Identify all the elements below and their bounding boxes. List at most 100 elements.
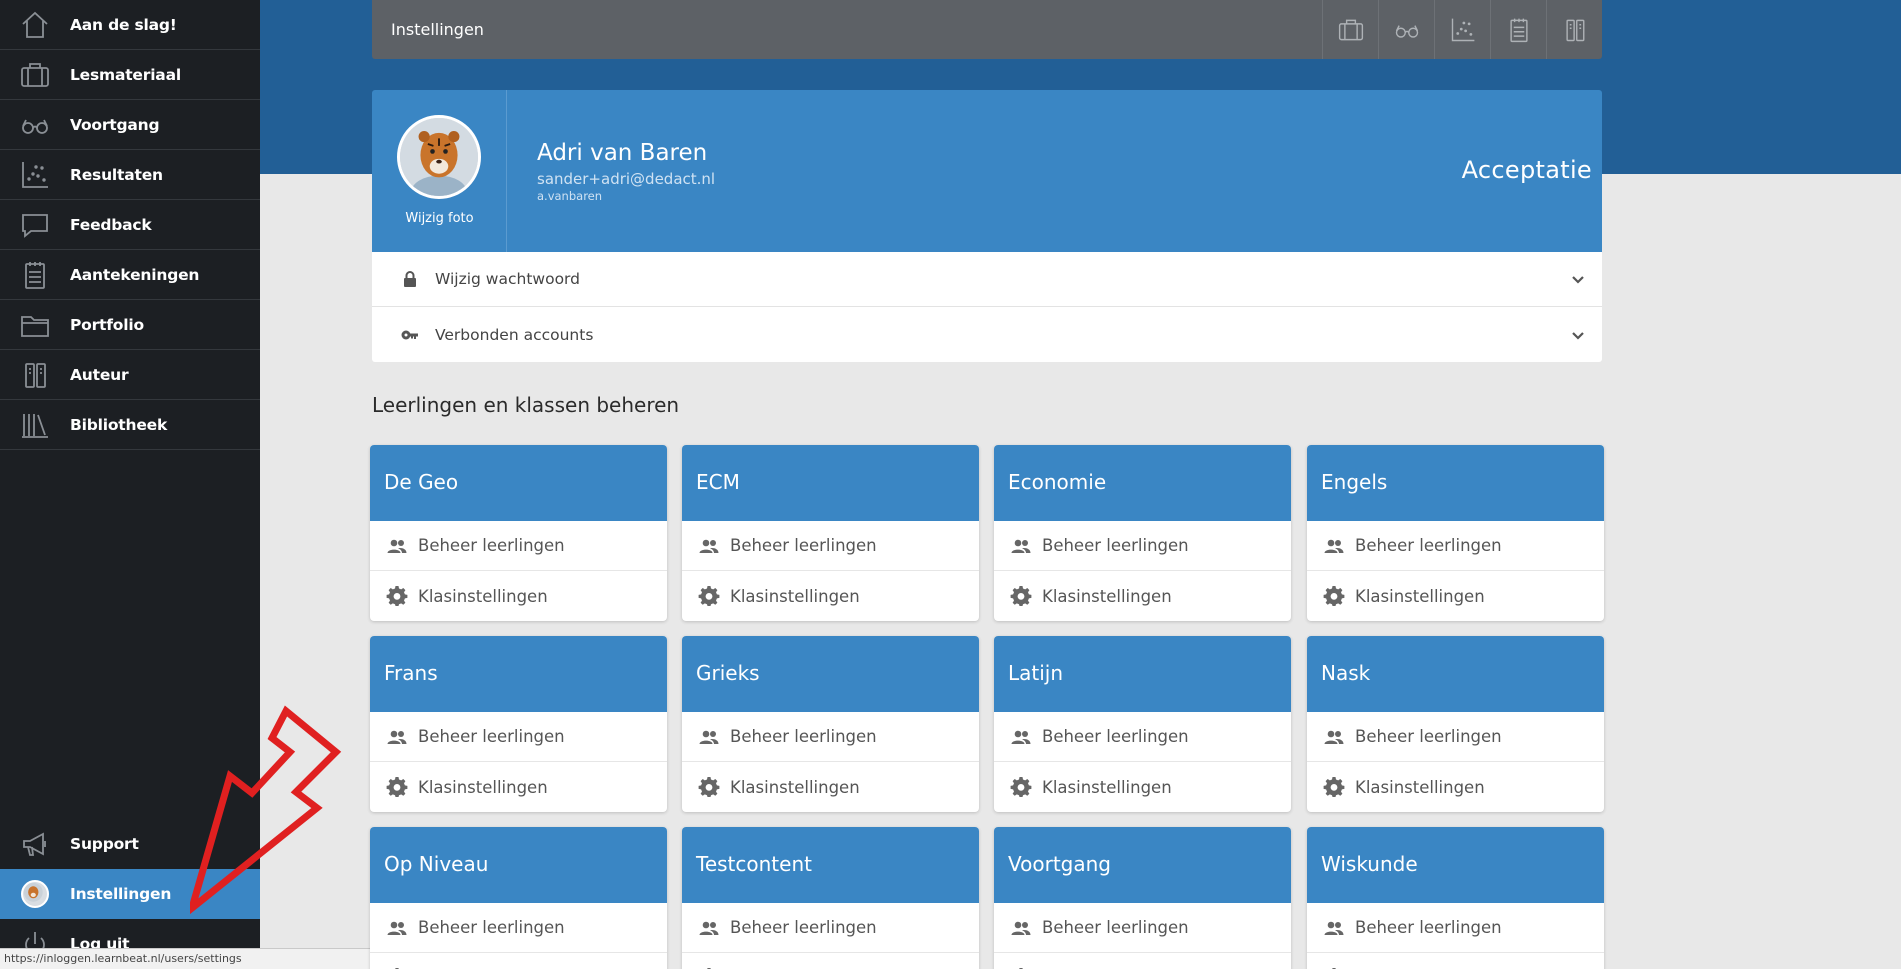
class-settings-label: Klasinstellingen xyxy=(418,777,548,797)
class-card: Economie Beheer leerlingen Klasinstellinge… xyxy=(994,445,1291,621)
change-password-label: Wijzig wachtwoord xyxy=(435,270,580,288)
sidebar-item-portfolio[interactable]: Portfolio xyxy=(0,300,260,350)
manage-students-label: Beheer leerlingen xyxy=(730,727,877,746)
sidebar-item-label: Instellingen xyxy=(70,885,172,903)
briefcase-icon xyxy=(18,58,52,92)
class-name[interactable]: Economie xyxy=(994,445,1291,521)
sidebar-item-support[interactable]: Support xyxy=(0,819,260,869)
class-card: Grieks Beheer leerlingen Klasinstellingen xyxy=(682,636,979,812)
class-settings-button[interactable]: Klasinstellingen xyxy=(994,762,1291,812)
sidebar-item-aantekeningen[interactable]: Aantekeningen xyxy=(0,250,260,300)
class-name[interactable]: Op Niveau xyxy=(370,827,667,903)
people-icon xyxy=(386,726,408,748)
glasses-icon[interactable] xyxy=(1378,0,1434,59)
class-name[interactable]: Wiskunde xyxy=(1307,827,1604,903)
change-password-row[interactable]: Wijzig wachtwoord xyxy=(372,252,1602,307)
manage-students-button[interactable]: Beheer leerlingen xyxy=(370,521,667,571)
manage-students-label: Beheer leerlingen xyxy=(1355,727,1502,746)
class-card: Latijn Beheer leerlingen Klasinstellingen xyxy=(994,636,1291,812)
class-settings-button[interactable]: Klasinstellingen xyxy=(1307,571,1604,621)
connected-accounts-row[interactable]: Verbonden accounts xyxy=(372,307,1602,362)
sidebar-item-label: Bibliotheek xyxy=(70,415,168,434)
manage-students-label: Beheer leerlingen xyxy=(418,536,565,555)
sidebar-item-bibliotheek[interactable]: Bibliotheek xyxy=(0,400,260,450)
class-settings-button[interactable]: Klasinstellingen xyxy=(370,762,667,812)
manage-students-label: Beheer leerlingen xyxy=(418,918,565,937)
manage-students-button[interactable]: Beheer leerlingen xyxy=(994,903,1291,953)
class-settings-button[interactable]: Klasinstellingen xyxy=(682,762,979,812)
class-name[interactable]: De Geo xyxy=(370,445,667,521)
sidebar-item-voortgang[interactable]: Voortgang xyxy=(0,100,260,150)
sidebar-item-resultaten[interactable]: Resultaten xyxy=(0,150,260,200)
chat-bubble-icon xyxy=(18,208,52,242)
sidebar-item-label: Voortgang xyxy=(70,115,160,134)
class-card: ECM Beheer leerlingen Klasinstellingen xyxy=(682,445,979,621)
class-settings-button[interactable]: Klasinstellingen xyxy=(1307,953,1604,969)
top-toolbar: Instellingen xyxy=(372,0,1602,59)
sidebar-item-aan-de-slag[interactable]: Aan de slag! xyxy=(0,0,260,50)
manage-students-button[interactable]: Beheer leerlingen xyxy=(1307,903,1604,953)
avatar xyxy=(18,877,52,911)
class-settings-label: Klasinstellingen xyxy=(1355,777,1485,797)
class-settings-button[interactable]: Klasinstellingen xyxy=(370,571,667,621)
class-name[interactable]: Grieks xyxy=(682,636,979,712)
class-name[interactable]: Voortgang xyxy=(994,827,1291,903)
manage-students-button[interactable]: Beheer leerlingen xyxy=(1307,521,1604,571)
people-icon xyxy=(698,535,720,557)
sidebar-item-feedback[interactable]: Feedback xyxy=(0,200,260,250)
manage-students-button[interactable]: Beheer leerlingen xyxy=(682,712,979,762)
briefcase-icon[interactable] xyxy=(1322,0,1378,59)
people-icon xyxy=(1323,917,1345,939)
class-settings-button[interactable]: Klasinstellingen xyxy=(994,953,1291,969)
class-settings-label: Klasinstellingen xyxy=(730,586,860,606)
manage-students-button[interactable]: Beheer leerlingen xyxy=(994,521,1291,571)
profile-username: a.vanbaren xyxy=(537,189,603,203)
author-icon xyxy=(18,358,52,392)
class-settings-button[interactable]: Klasinstellingen xyxy=(994,571,1291,621)
key-icon xyxy=(400,325,420,345)
people-icon xyxy=(698,917,720,939)
people-icon xyxy=(1323,726,1345,748)
people-icon xyxy=(698,726,720,748)
sidebar-item-auteur[interactable]: Auteur xyxy=(0,350,260,400)
class-name[interactable]: Testcontent xyxy=(682,827,979,903)
profile-card: Wijzig foto Adri van Baren sander+adri@d… xyxy=(372,90,1602,252)
sidebar-item-label: Feedback xyxy=(70,215,152,234)
sidebar-item-label: Resultaten xyxy=(70,165,163,184)
class-card: Voortgang Beheer leerlingen Klasinstelling… xyxy=(994,827,1291,969)
manage-students-button[interactable]: Beheer leerlingen xyxy=(682,903,979,953)
sidebar-item-lesmateriaal[interactable]: Lesmateriaal xyxy=(0,50,260,100)
manage-students-label: Beheer leerlingen xyxy=(1042,727,1189,746)
class-name[interactable]: Nask xyxy=(1307,636,1604,712)
sidebar-item-label: Aantekeningen xyxy=(70,265,200,284)
manage-students-button[interactable]: Beheer leerlingen xyxy=(682,521,979,571)
gear-icon xyxy=(698,585,720,607)
class-card: Nask Beheer leerlingen Klasinstellingen xyxy=(1307,636,1604,812)
class-name[interactable]: Engels xyxy=(1307,445,1604,521)
profile-photo-column[interactable]: Wijzig foto xyxy=(372,90,507,252)
scatter-chart-icon[interactable] xyxy=(1434,0,1490,59)
section-title: Leerlingen en klassen beheren xyxy=(372,393,680,417)
gear-icon xyxy=(386,585,408,607)
class-settings-button[interactable]: Klasinstellingen xyxy=(682,571,979,621)
class-settings-button[interactable]: Klasinstellingen xyxy=(682,953,979,969)
sidebar-item-label: Auteur xyxy=(70,365,129,384)
manage-students-button[interactable]: Beheer leerlingen xyxy=(1307,712,1604,762)
manage-students-button[interactable]: Beheer leerlingen xyxy=(370,903,667,953)
manage-students-button[interactable]: Beheer leerlingen xyxy=(994,712,1291,762)
change-photo-link[interactable]: Wijzig foto xyxy=(372,211,507,226)
people-icon xyxy=(386,535,408,557)
class-name[interactable]: ECM xyxy=(682,445,979,521)
class-settings-button[interactable]: Klasinstellingen xyxy=(1307,762,1604,812)
folder-icon xyxy=(18,308,52,342)
profile-photo[interactable] xyxy=(397,115,481,199)
class-name[interactable]: Latijn xyxy=(994,636,1291,712)
class-name[interactable]: Frans xyxy=(370,636,667,712)
sidebar-item-instellingen[interactable]: Instellingen xyxy=(0,869,260,919)
notepad-icon[interactable] xyxy=(1490,0,1546,59)
sidebar-item-label: Aan de slag! xyxy=(70,15,177,34)
author-icon[interactable] xyxy=(1546,0,1602,59)
gear-icon xyxy=(1010,776,1032,798)
manage-students-button[interactable]: Beheer leerlingen xyxy=(370,712,667,762)
class-settings-button[interactable]: Klasinstellingen xyxy=(370,953,667,969)
